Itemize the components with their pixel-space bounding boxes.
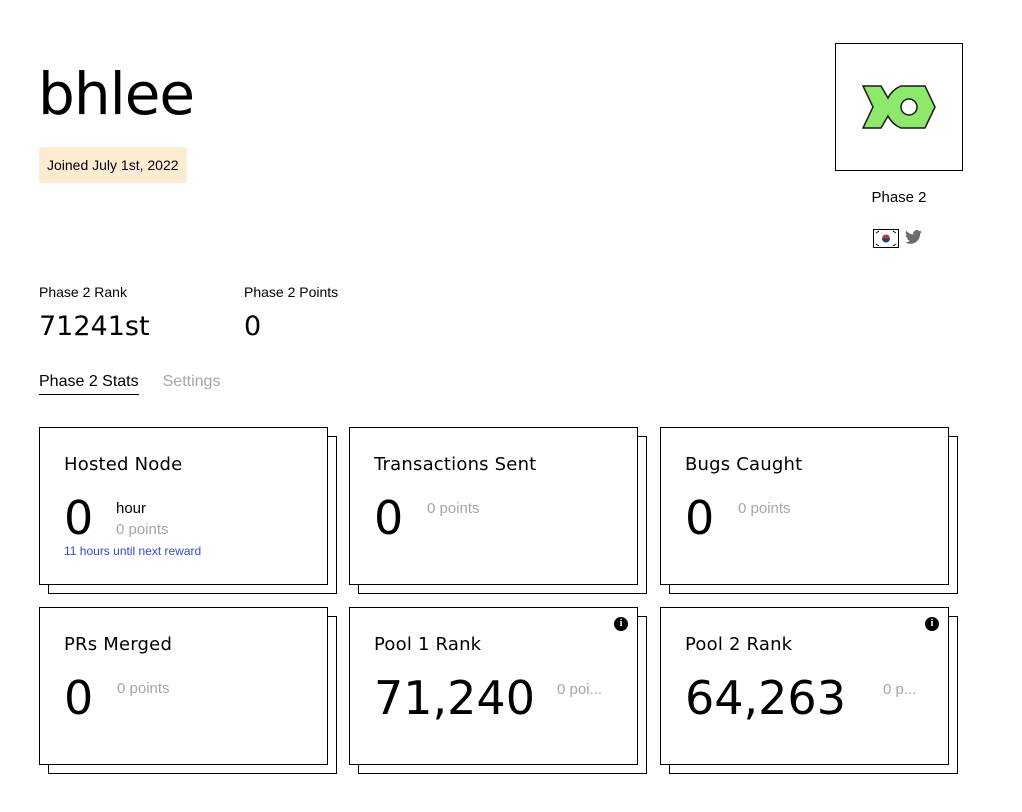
card-body: Hosted Node 0 hour 0 points 11 hours unt… (39, 427, 328, 585)
card-body: Transactions Sent 0 0 points (349, 427, 638, 585)
card-value: 0 (64, 491, 94, 545)
south-korea-flag-icon[interactable] (873, 229, 899, 248)
card-points: 0 poi... (557, 681, 603, 698)
card-points: 0 points (427, 500, 480, 517)
card-title: Pool 1 Rank (374, 634, 482, 655)
card-title: Transactions Sent (374, 454, 537, 475)
next-reward-text: 11 hours until next reward (64, 544, 202, 558)
twitter-icon[interactable] (905, 229, 922, 248)
card-unit: hour (116, 500, 147, 517)
card-value: 0 (64, 671, 94, 725)
social-links (873, 229, 922, 248)
card-points: 0 points (117, 680, 170, 697)
info-icon[interactable]: i (925, 617, 939, 631)
card-points: 0 points (116, 521, 169, 538)
pool2-card: i Pool 2 Rank 64,263 0 p... (660, 607, 958, 774)
card-title: PRs Merged (64, 634, 173, 655)
username-heading: bhlee (38, 60, 195, 128)
avatar (835, 43, 963, 171)
avatar-logo-icon (861, 85, 936, 129)
info-icon[interactable]: i (614, 617, 628, 631)
hosted-node-card: Hosted Node 0 hour 0 points 11 hours unt… (39, 427, 337, 594)
phase-label: Phase 2 (871, 189, 927, 206)
bugs-card: Bugs Caught 0 0 points (660, 427, 958, 594)
card-points: 0 points (738, 500, 791, 517)
tab-phase-2-stats[interactable]: Phase 2 Stats (39, 373, 139, 395)
card-points: 0 p... (883, 681, 917, 698)
card-title: Hosted Node (64, 454, 183, 475)
prs-card: PRs Merged 0 0 points (39, 607, 337, 774)
points-label: Phase 2 Points (244, 284, 339, 300)
rank-label: Phase 2 Rank (39, 284, 127, 300)
joined-badge: Joined July 1st, 2022 (39, 147, 187, 183)
card-value: 0 (374, 491, 404, 545)
tab-settings[interactable]: Settings (163, 373, 221, 395)
card-value: 64,263 (685, 671, 846, 725)
points-value: 0 (244, 311, 262, 342)
card-title: Pool 2 Rank (685, 634, 793, 655)
rank-value: 71241st (39, 311, 150, 342)
transactions-card: Transactions Sent 0 0 points (349, 427, 647, 594)
card-body: PRs Merged 0 0 points (39, 607, 328, 765)
card-body: i Pool 2 Rank 64,263 0 p... (660, 607, 949, 765)
card-value: 0 (685, 491, 715, 545)
tab-bar: Phase 2 Stats Settings (39, 373, 220, 395)
pool1-card: i Pool 1 Rank 71,240 0 poi... (349, 607, 647, 774)
card-value: 71,240 (374, 671, 535, 725)
card-body: Bugs Caught 0 0 points (660, 427, 949, 585)
card-title: Bugs Caught (685, 454, 803, 475)
card-body: i Pool 1 Rank 71,240 0 poi... (349, 607, 638, 765)
